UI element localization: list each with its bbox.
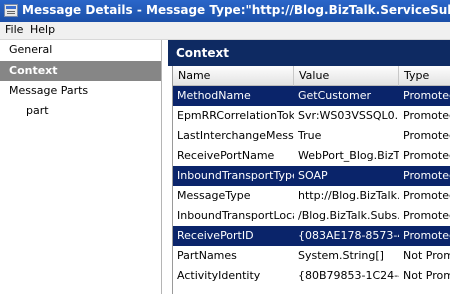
cell-type: Not Promoted xyxy=(403,249,450,262)
nav-item-part[interactable]: part xyxy=(0,101,161,121)
column-header-value[interactable]: Value xyxy=(294,66,399,86)
cell-name: ActivityIdentity xyxy=(177,269,261,282)
nav-item-general[interactable]: General xyxy=(0,40,161,60)
cell-value: True xyxy=(298,129,322,142)
table-row[interactable]: ActivityIdentity {80B79853-1C24-4... Not P… xyxy=(173,266,450,286)
cell-value: SOAP xyxy=(298,169,328,182)
nav-item-context[interactable]: Context xyxy=(0,61,161,81)
cell-type: Promoted xyxy=(403,169,450,182)
table-header: Name Value Type xyxy=(173,66,450,86)
cell-value: Svr:WS03VSSQL0... xyxy=(298,109,399,122)
cell-name: PartNames xyxy=(177,249,237,262)
cell-type: Promoted xyxy=(403,229,450,242)
cell-value: WebPort_Blog.BizT... xyxy=(298,149,399,162)
nav-item-message-parts[interactable]: Message Parts xyxy=(0,81,161,101)
cell-value: GetCustomer xyxy=(298,89,372,102)
context-table: Name Value Type MethodName GetCustomer Pro… xyxy=(172,66,450,294)
cell-name: ReceivePortID xyxy=(177,229,254,242)
cell-name: MethodName xyxy=(177,89,251,102)
menu-file[interactable]: File xyxy=(3,23,25,36)
cell-type: Promoted xyxy=(403,149,450,162)
table-row[interactable]: MessageType http://Blog.BizTalk... Promote… xyxy=(173,186,450,206)
table-row[interactable]: InboundTransportLocat... /Blog.BizTalk.Su… xyxy=(173,206,450,226)
table-row[interactable]: LastInterchangeMessage True Promoted xyxy=(173,126,450,146)
context-pane: Context Name Value Type MethodName GetCus… xyxy=(168,40,450,294)
table-row[interactable]: EpmRRCorrelationToken Svr:WS03VSSQL0... Pr… xyxy=(173,106,450,126)
cell-type: Promoted xyxy=(403,109,450,122)
cell-name: LastInterchangeMessage xyxy=(177,129,294,142)
cell-name: InboundTransportType xyxy=(177,169,294,182)
cell-value: http://Blog.BizTalk... xyxy=(298,189,399,202)
window-title: Message Details - Message Type:"http://B… xyxy=(22,3,450,17)
cell-name: InboundTransportLocat... xyxy=(177,209,294,222)
table-row[interactable]: InboundTransportType SOAP Promoted xyxy=(173,166,450,186)
window-icon xyxy=(4,4,18,17)
menu-bar: File Help xyxy=(0,22,450,40)
column-header-type[interactable]: Type xyxy=(399,66,450,86)
cell-type: Promoted xyxy=(403,209,450,222)
cell-value: /Blog.BizTalk.Subs... xyxy=(298,209,399,222)
menu-help[interactable]: Help xyxy=(28,23,57,36)
title-bar: Message Details - Message Type:"http://B… xyxy=(0,0,450,22)
table-row[interactable]: PartNames System.String[] Not Promoted xyxy=(173,246,450,266)
cell-name: ReceivePortName xyxy=(177,149,275,162)
cell-type: Not Promoted xyxy=(403,269,450,282)
cell-value: System.String[] xyxy=(298,249,384,262)
cell-name: MessageType xyxy=(177,189,251,202)
cell-value: {083AE178-8573-4... xyxy=(298,229,399,242)
table-row[interactable]: ReceivePortID {083AE178-8573-4... Promoted xyxy=(173,226,450,246)
column-header-name[interactable]: Name xyxy=(173,66,294,86)
cell-type: Promoted xyxy=(403,129,450,142)
table-row[interactable]: MethodName GetCustomer Promoted xyxy=(173,86,450,106)
cell-name: EpmRRCorrelationToken xyxy=(177,109,294,122)
context-header: Context xyxy=(168,40,450,66)
cell-value: {80B79853-1C24-4... xyxy=(298,269,399,282)
cell-type: Promoted xyxy=(403,89,450,102)
navigation-pane: General Context Message Parts part xyxy=(0,40,162,294)
cell-type: Promoted xyxy=(403,189,450,202)
table-row[interactable]: ReceivePortName WebPort_Blog.BizT... Promo… xyxy=(173,146,450,166)
